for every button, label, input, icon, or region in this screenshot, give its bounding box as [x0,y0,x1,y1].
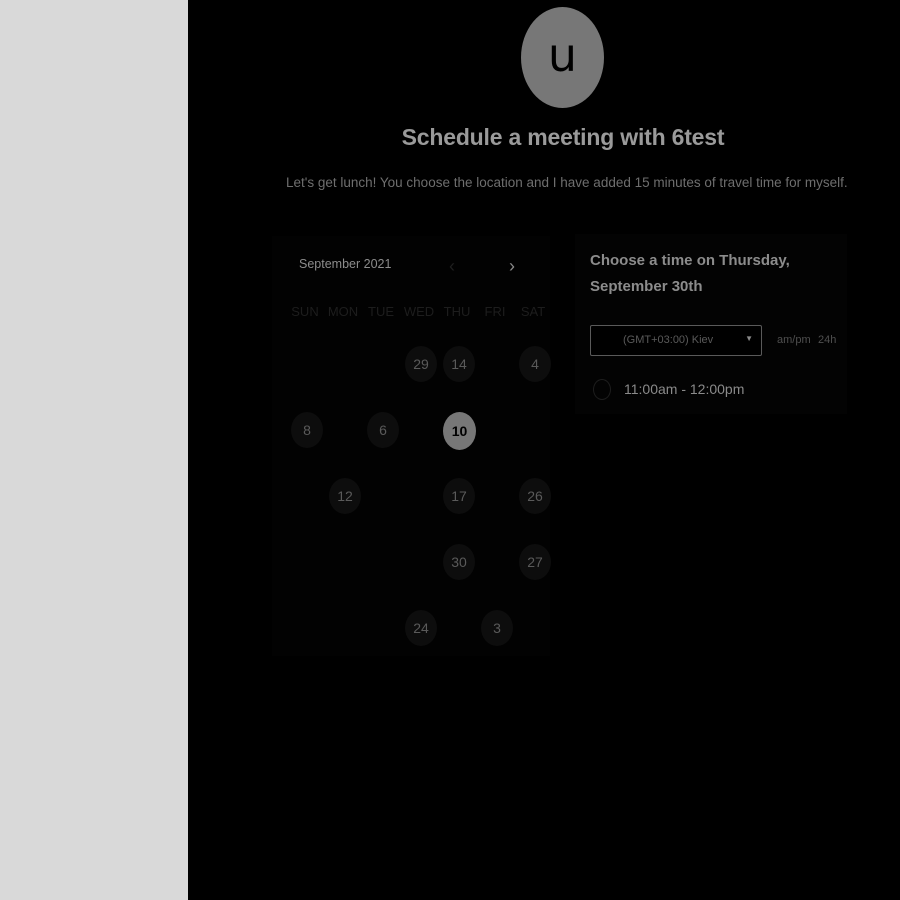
calendar-day[interactable]: 17 [443,478,475,514]
calendar-day[interactable]: 30 [443,544,475,580]
chevron-right-icon[interactable]: › [504,256,520,280]
calendar-day[interactable]: 24 [405,610,437,646]
weekday-label: WED [403,304,435,319]
calendar-day[interactable]: 6 [367,412,399,448]
weekday-label: TUE [368,304,394,319]
page-description: Let's get lunch! You choose the location… [286,175,848,190]
calendar-day[interactable]: 3 [481,610,513,646]
avatar: u [521,7,604,108]
chevron-left-icon[interactable]: ‹ [444,256,460,280]
time-slot[interactable]: 11:00am - 12:00pm [590,376,830,404]
calendar-day[interactable]: 27 [519,544,551,580]
caret-down-icon: ▼ [745,334,753,343]
calendar-day[interactable]: 8 [291,412,323,448]
timezone-value: (GMT+03:00) Kiev [623,334,714,346]
timezone-select[interactable]: (GMT+03:00) Kiev ▼ [590,325,762,356]
time-slot-radio[interactable] [593,379,611,400]
time-slot-label: 11:00am - 12:00pm [624,381,745,397]
weekday-label: MON [327,304,359,319]
format-24h-toggle[interactable]: 24h [818,334,836,346]
weekday-label: FRI [484,304,506,319]
calendar-day-selected[interactable]: 10 [443,412,476,450]
time-panel-heading: Choose a time on Thursday, September 30t… [590,252,790,295]
calendar-day[interactable]: 14 [443,346,475,382]
calendar-day[interactable]: 4 [519,346,551,382]
page-title: Schedule a meeting with 6test [401,124,725,150]
avatar-letter: u [547,27,578,82]
weekday-label: SUN [291,304,319,319]
format-ampm-toggle[interactable]: am/pm [777,334,811,346]
calendar-day[interactable]: 26 [519,478,551,514]
weekday-label: THU [443,304,471,319]
calendar-month-label: September 2021 [299,257,392,271]
calendar-day[interactable]: 12 [329,478,361,514]
weekday-label: SAT [520,304,546,319]
calendar-day[interactable]: 29 [405,346,437,382]
